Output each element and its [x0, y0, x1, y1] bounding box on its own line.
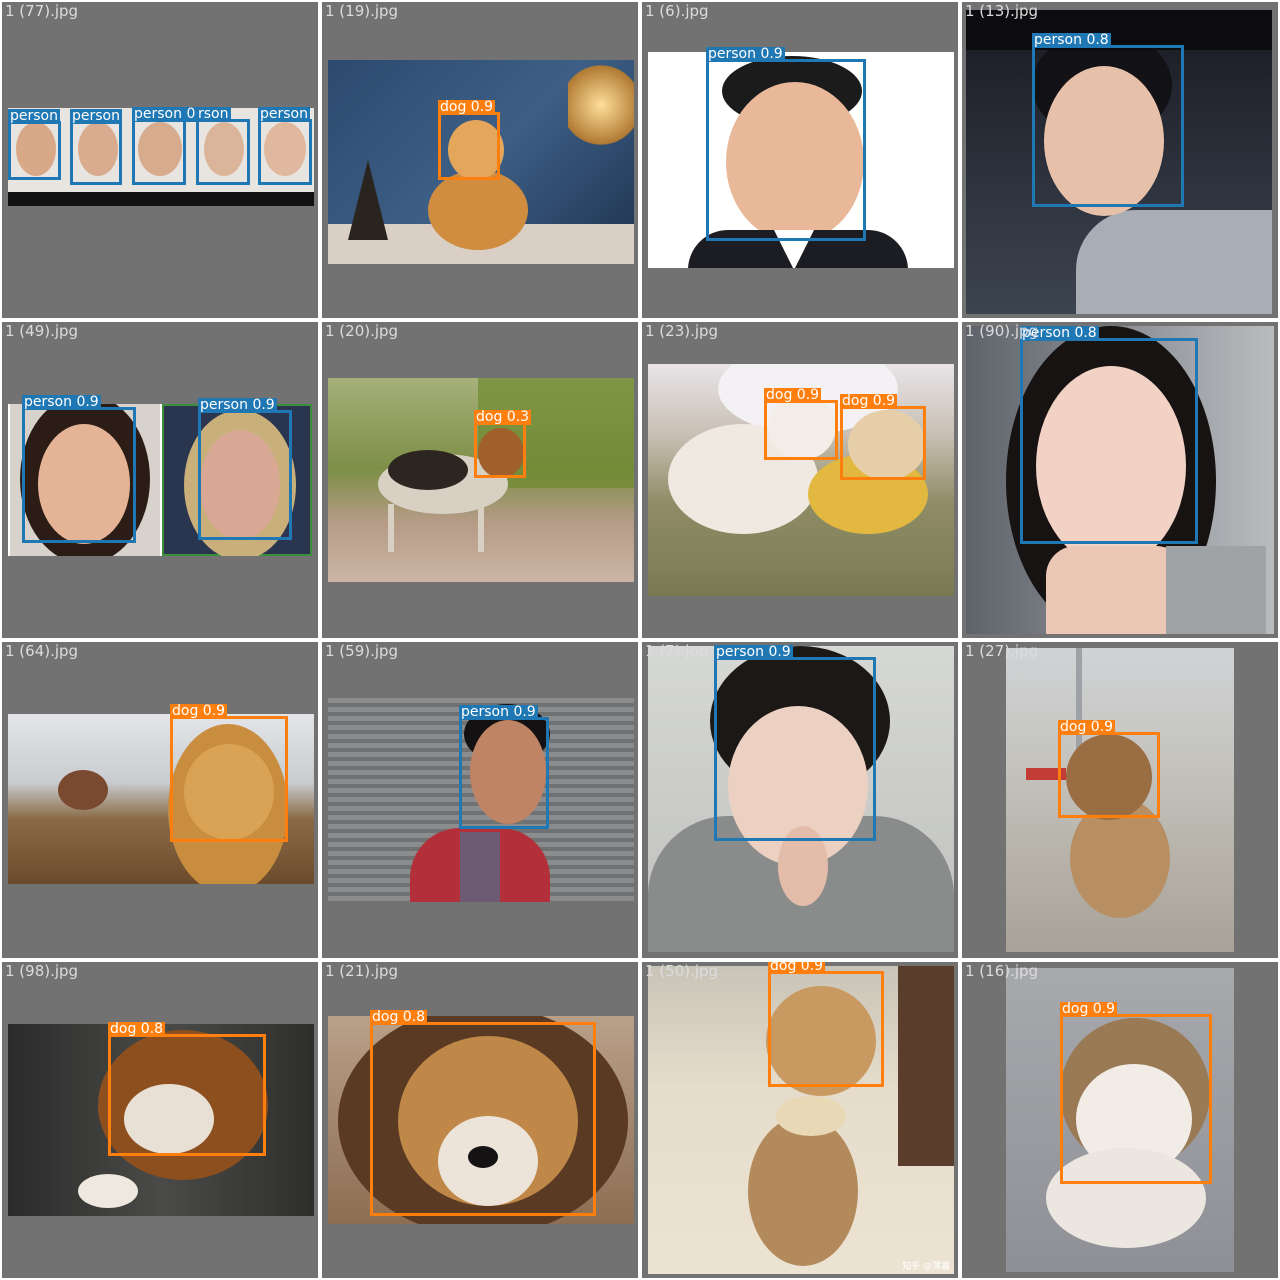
image-filename: 1 (20).jpg: [325, 322, 399, 340]
box-label: rson: [196, 106, 231, 122]
bounding-box: person: [8, 109, 61, 180]
box-label: person 0.9: [706, 46, 785, 62]
bounding-box: dog 0.9: [170, 704, 288, 842]
bounding-box: person 0.9: [706, 47, 866, 241]
image-filename: 1 (13).jpg: [965, 2, 1039, 20]
box-label: dog 0.8: [108, 1021, 166, 1037]
box-label: person 0.9: [198, 397, 277, 413]
image-filename: 1 (59).jpg: [325, 642, 399, 660]
watermark: 知乎 @薄暮: [902, 1262, 950, 1272]
box-label: dog 0.9: [438, 99, 496, 115]
bounding-box: person: [70, 109, 122, 185]
box-label: person 0.9: [22, 394, 101, 410]
bounding-box: person 0.9: [132, 107, 211, 185]
image-tile: 1 (13).jpg person 0.8: [962, 2, 1278, 318]
image-tile: 1 (98).jpg dog 0.8: [2, 962, 318, 1278]
bounding-box: dog 0.3: [474, 410, 532, 478]
bounding-box: person 0.8: [1032, 33, 1184, 207]
image-tile: 1 (49).jpg person 0.9 person 0.9: [2, 322, 318, 638]
image-filename: 1 (23).jpg: [645, 322, 719, 340]
image-tile: 1 (21).jpg dog 0.8: [322, 962, 638, 1278]
box-label: dog 0.3: [474, 409, 532, 425]
image-tile: 1 (77).jpg person person person 0.9 rson…: [2, 2, 318, 318]
bounding-box: dog 0.8: [108, 1022, 266, 1156]
image-tile: 1 (27).jpg dog 0.9: [962, 642, 1278, 958]
image-tile: 1 (23).jpg dog 0.9 dog 0.9: [642, 322, 958, 638]
box-label: dog 0.9: [170, 703, 228, 719]
box-label: person 0.8: [1032, 32, 1111, 48]
box-label: dog 0.9: [1060, 1001, 1118, 1017]
box-label: person 0.9: [459, 704, 538, 720]
image-tile: 1 (59).jpg person 0.9: [322, 642, 638, 958]
image-filename: 1 (64).jpg: [5, 642, 79, 660]
image-tile: 1 (6).jpg person 0.9: [642, 2, 958, 318]
detection-results-grid: 1 (77).jpg person person person 0.9 rson…: [0, 0, 1280, 1280]
box-label: dog 0.9: [768, 962, 826, 974]
bounding-box: person 0.9: [198, 398, 292, 540]
bounding-box: person 0.9: [459, 705, 549, 829]
box-label: dog 0.9: [1058, 719, 1116, 735]
bounding-box: dog 0.9: [1060, 1002, 1212, 1184]
box-label: person: [8, 108, 60, 124]
bounding-box: dog 0.9: [764, 388, 838, 460]
bounding-box: rson: [196, 107, 250, 185]
image-filename: 1 (21).jpg: [325, 962, 399, 980]
image-filename: 1 (19).jpg: [325, 2, 399, 20]
bounding-box: person 0.9: [22, 395, 136, 543]
image-tile: 1 (7).jpg person 0.9: [642, 642, 958, 958]
bounding-box: person 0.9: [714, 645, 876, 841]
bounding-box: person 0.8: [1020, 326, 1198, 544]
image-filename: 1 (16).jpg: [965, 962, 1039, 980]
bounding-box: dog 0.9: [840, 394, 926, 480]
image-tile: 1 (50).jpg dog 0.9 知乎 @薄暮: [642, 962, 958, 1278]
image-filename: 1 (90).jpg: [965, 322, 1039, 340]
image-filename: 1 (50).jpg: [645, 962, 719, 980]
image-tile: 1 (19).jpg dog 0.9: [322, 2, 638, 318]
image-filename: 1 (77).jpg: [5, 2, 79, 20]
image-tile: 1 (20).jpg dog 0.3: [322, 322, 638, 638]
box-label: dog 0.9: [764, 387, 822, 403]
image-filename: 1 (98).jpg: [5, 962, 79, 980]
image-tile: 1 (64).jpg dog 0.9: [2, 642, 318, 958]
image-filename: 1 (7).jpg: [645, 642, 709, 660]
box-label: dog 0.9: [840, 393, 898, 409]
image-filename: 1 (49).jpg: [5, 322, 79, 340]
image-filename: 1 (27).jpg: [965, 642, 1039, 660]
box-label: dog 0.8: [370, 1009, 428, 1025]
box-label: person: [70, 108, 122, 124]
bounding-box: dog 0.9: [768, 962, 884, 1087]
bounding-box: person: [258, 107, 312, 185]
image-tile: 1 (90).jpg person 0.8: [962, 322, 1278, 638]
bounding-box: dog 0.9: [438, 100, 500, 180]
bounding-box: dog 0.9: [1058, 720, 1160, 818]
image-tile: 1 (16).jpg dog 0.9: [962, 962, 1278, 1278]
image-filename: 1 (6).jpg: [645, 2, 709, 20]
box-label: person: [258, 106, 310, 122]
bounding-box: dog 0.8: [370, 1010, 596, 1216]
box-label: person 0.9: [714, 644, 793, 660]
